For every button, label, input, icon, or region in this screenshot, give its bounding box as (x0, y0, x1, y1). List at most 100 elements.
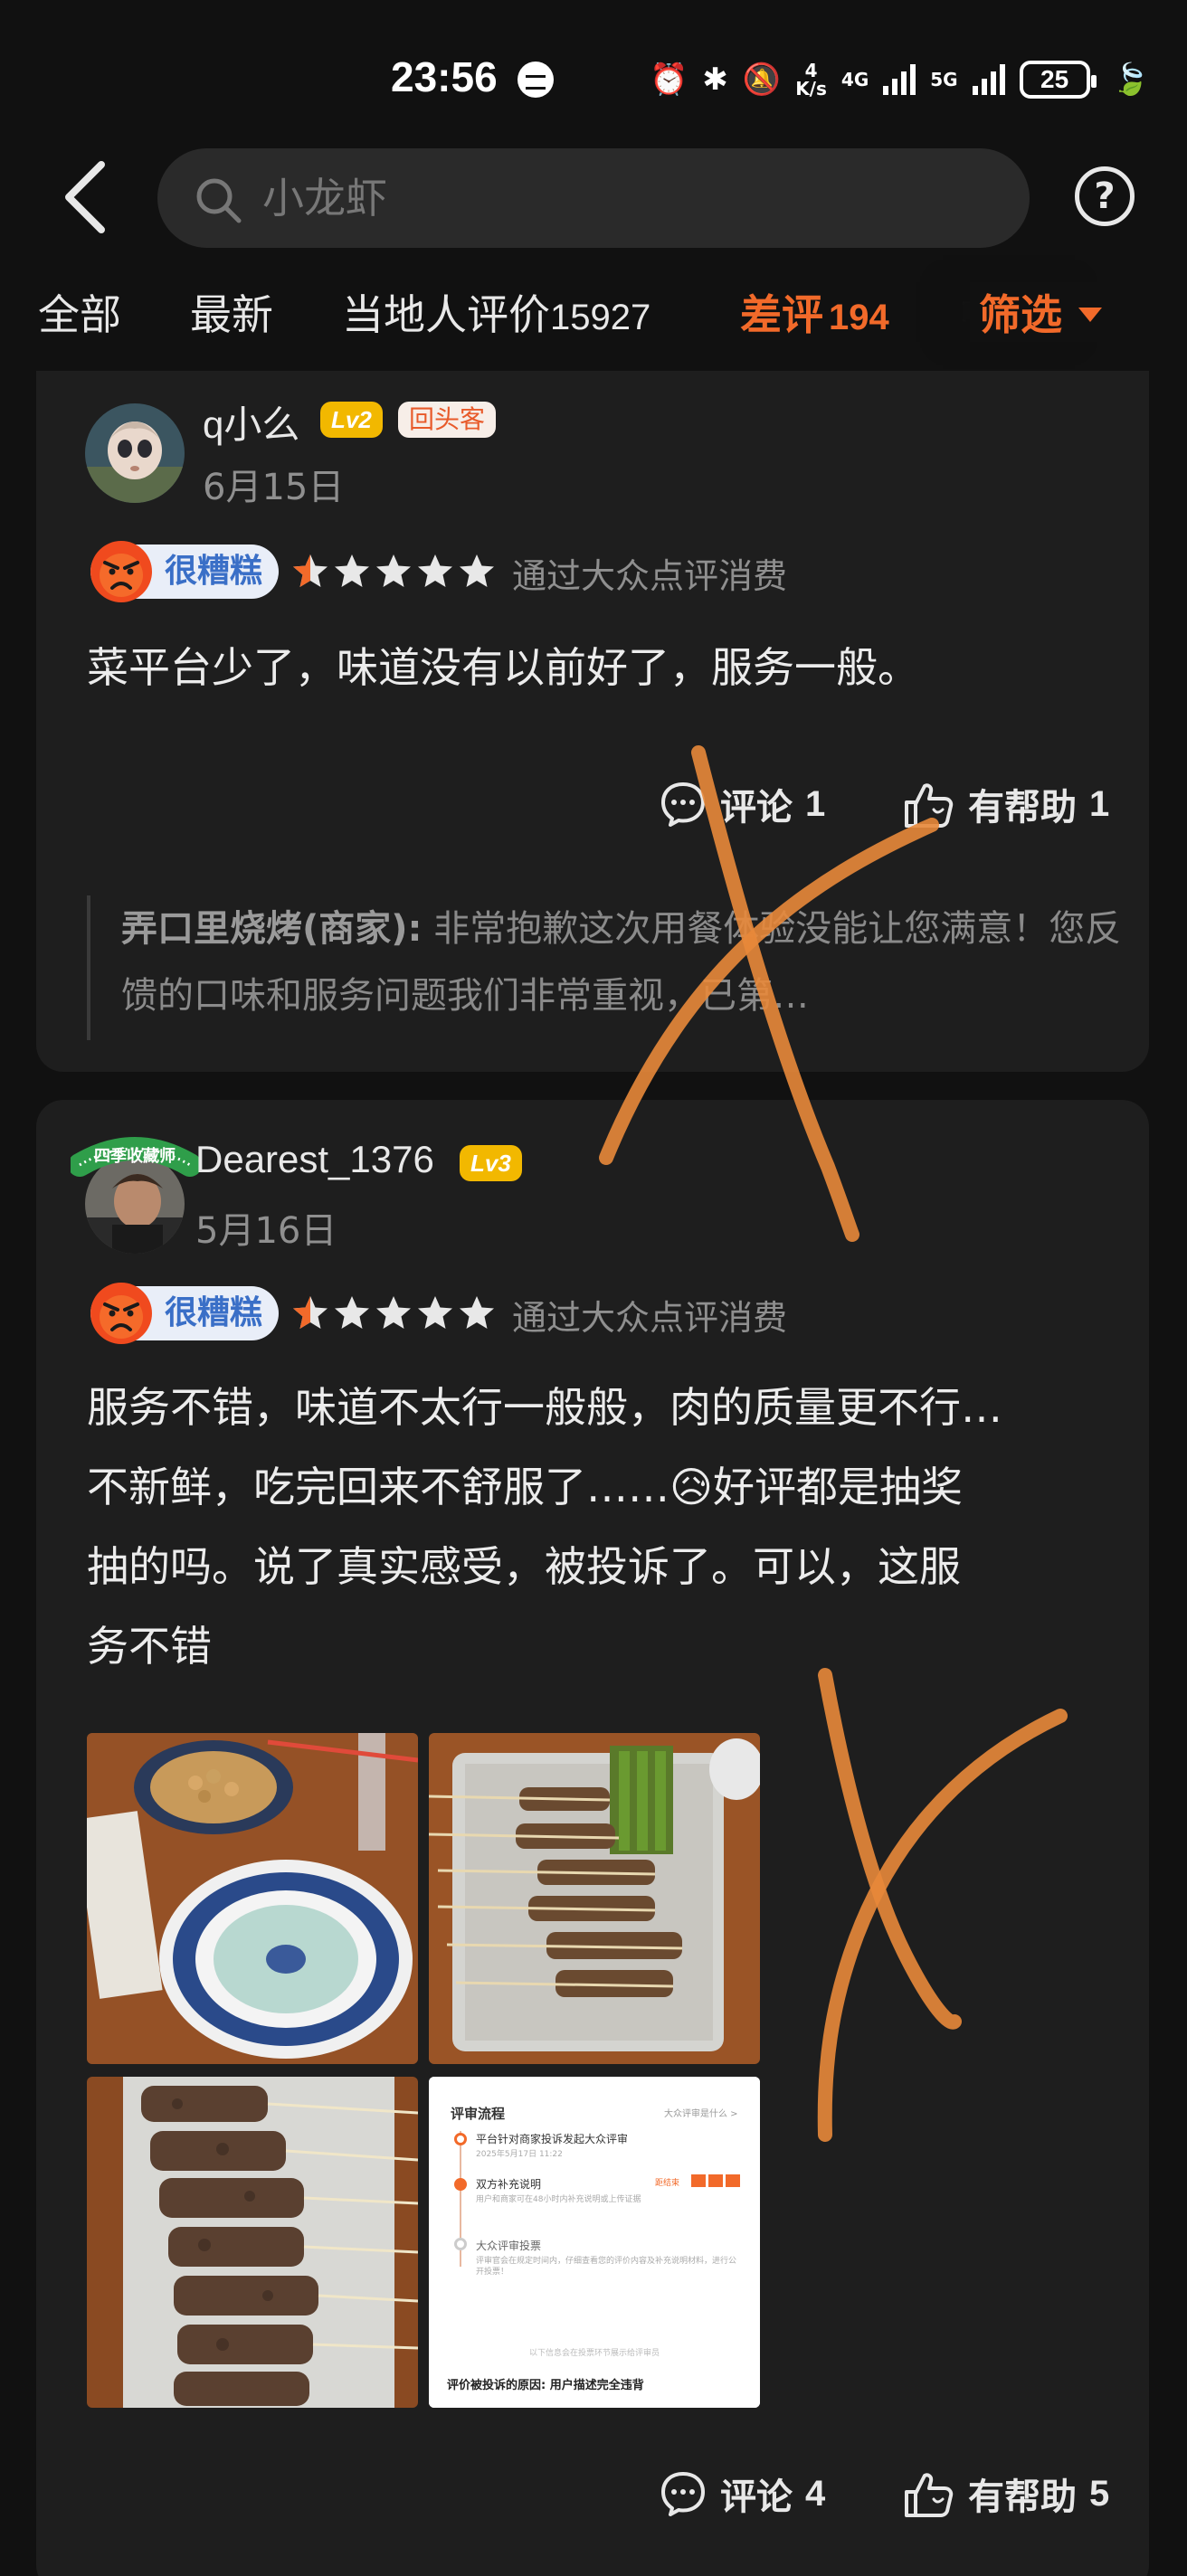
search-input[interactable]: 小龙虾 (262, 148, 387, 248)
star-icon (376, 554, 411, 587)
review-text-line: 服务不错，味道不太行一般般，肉的质量更不行… (87, 1383, 1002, 1432)
tab-latest-label: 最新 (190, 290, 273, 339)
star-icon (335, 554, 369, 587)
collector-badge-label: 四季收藏师 (94, 1146, 176, 1166)
helpful-count: 5 (1089, 2473, 1110, 2514)
review-text: 菜平台少了，味道没有以前好了，服务一般。 (87, 643, 919, 692)
photo-screenshot-review-process: 评审流程 大众评审是什么 > 平台针对商家投诉发起大众评审 2025年5月17日… (429, 2077, 760, 2408)
timeline-dot (454, 2133, 467, 2145)
tab-local[interactable]: 当地人评价15927 (342, 282, 650, 342)
step-sub: 评审官会在规定时间内，仔细查看您的评价内容及补充说明材料，进行公开投票！ (476, 2257, 737, 2277)
review-card[interactable]: q小么 Lv2 回头客 6月15日 很糟糕 通过大众点评消费 菜平台少了，味道没… (36, 371, 1149, 1072)
rating-pill: 很糟糕 (90, 1283, 279, 1344)
helpful-label: 有帮助 (968, 787, 1077, 829)
status-bar: 23:56 ⏰ ✱ 🔕 4 K/s 4G 5G 25 🍃 (0, 0, 1187, 154)
signal-icon (883, 64, 916, 95)
network-label-1: 4G (840, 69, 869, 90)
angry-face-icon (90, 541, 152, 602)
network-label-2: 5G (930, 69, 958, 90)
filter-label: 筛选 (979, 290, 1062, 339)
verified-consumption-label: 通过大众点评消费 (512, 556, 788, 596)
repeat-customer-badge: 回头客 (398, 402, 497, 438)
helpful-label: 有帮助 (968, 2477, 1077, 2518)
merchant-reply[interactable]: 弄口里烧烤(商家): 非常抱歉这次用餐体验没能让您满意！您反馈的口味和服务问题我… (87, 895, 1127, 1040)
signal-icon-2 (972, 64, 1005, 95)
comment-button[interactable]: 评论 4 (659, 2467, 825, 2520)
status-icons: ⏰ ✱ 🔕 4 K/s 4G 5G 25 🍃 (650, 54, 1150, 105)
filter-tabs: 全部 最新 当地人评价15927 差评194 中 筛选 (0, 271, 1187, 358)
comment-count: 4 (805, 2473, 826, 2514)
comment-label: 评论 (720, 2477, 793, 2518)
chevron-left-icon (65, 161, 105, 233)
review-date: 6月15日 (203, 467, 345, 508)
screenshot-footer: 评价被投诉的原因: 用户描述完全违背 (447, 2379, 644, 2392)
star-icon (460, 554, 494, 587)
helpful-button[interactable]: 有帮助 5 (901, 2467, 1109, 2520)
step-label: 大众评审投票 (476, 2240, 542, 2252)
star-icon (376, 1296, 411, 1329)
sound-wave-icon (518, 62, 554, 98)
star-rating (291, 1293, 496, 1333)
timeline-dot (454, 2178, 467, 2191)
screenshot-divider: 以下信息会在投票环节展示给评审员 (528, 2349, 660, 2358)
star-icon (335, 1296, 369, 1329)
review-photo[interactable] (87, 2077, 418, 2408)
username[interactable]: q小么 (203, 394, 299, 450)
username[interactable]: Dearest_1376 (195, 1138, 434, 1181)
star-rating (291, 552, 496, 592)
bluetooth-icon: ✱ (702, 62, 728, 98)
level-badge: Lv3 (460, 1145, 522, 1181)
avatar-image (85, 403, 185, 503)
photo-skewers-tray (429, 1733, 760, 2064)
review-photo[interactable] (87, 1733, 418, 2064)
helpful-count: 1 (1089, 783, 1110, 824)
review-photo[interactable] (429, 1733, 760, 2064)
review-card[interactable]: 四季收藏师 Dearest_1376 Lv3 5月16日 很糟糕 通过大众点评消… (36, 1100, 1149, 2576)
rating-label: 很糟糕 (165, 553, 263, 590)
filter-button[interactable]: 筛选 (970, 282, 1102, 342)
step-label: 双方补充说明 (476, 2178, 542, 2191)
comment-button[interactable]: 评论 1 (659, 778, 825, 830)
tab-negative[interactable]: 差评 194 (740, 282, 889, 342)
tab-local-label: 当地人评价 (342, 290, 550, 339)
star-icon (460, 1296, 494, 1329)
battery-icon: 25 (1019, 61, 1097, 99)
screenshot-link: 大众评审是什么 > (664, 2109, 738, 2119)
search-box[interactable]: 小龙虾 (157, 148, 1030, 248)
tab-local-count: 15927 (550, 298, 651, 337)
merchant-reply-author: 弄口里烧烤(商家): (121, 908, 423, 950)
tab-negative-label: 差评 (740, 290, 823, 339)
help-button[interactable]: ? (1075, 166, 1135, 226)
mute-bell-icon: 🔕 (742, 62, 782, 98)
helpful-button[interactable]: 有帮助 1 (901, 778, 1109, 830)
review-text-line: 抽的吗。说了真实感受，被投诉了。可以，这服 (87, 1542, 961, 1591)
rating-label: 很糟糕 (165, 1294, 263, 1331)
screenshot-title: 评审流程 (451, 2106, 506, 2122)
step-sub: 用户和商家可在48小时内补充说明或上传证据 (476, 2195, 641, 2204)
review-text-line: 不新鲜，吃完回来不舒服了……😥好评都是抽奖 (87, 1463, 963, 1511)
review-text: 服务不错，味道不太行一般般，肉的质量更不行… 不新鲜，吃完回来不舒服了……😥好评… (87, 1368, 1127, 1686)
caret-down-icon (1078, 308, 1102, 322)
tab-all[interactable]: 全部 (38, 282, 121, 342)
comment-count: 1 (805, 783, 826, 824)
avatar[interactable] (85, 403, 185, 503)
review-date: 5月16日 (195, 1210, 337, 1252)
angry-face-icon (90, 1283, 152, 1344)
thumbs-up-icon (905, 783, 954, 828)
star-icon (418, 1296, 452, 1329)
step-label: 平台针对商家投诉发起大众评审 (476, 2133, 629, 2145)
star-icon (418, 554, 452, 587)
step-tag: 距结束 (655, 2179, 680, 2188)
star-icon-half-filled (293, 1296, 328, 1329)
back-button[interactable] (58, 161, 116, 233)
verified-consumption-label: 通过大众点评消费 (512, 1298, 788, 1338)
network-speed-unit: K/s (795, 78, 827, 99)
review-text-line: 务不错 (87, 1622, 212, 1671)
countdown (691, 2174, 740, 2187)
search-icon (196, 178, 242, 223)
comment-icon (661, 782, 705, 827)
tab-latest[interactable]: 最新 (190, 282, 273, 342)
photo-table-plates (87, 1733, 418, 2064)
review-photo[interactable]: 评审流程 大众评审是什么 > 平台针对商家投诉发起大众评审 2025年5月17日… (429, 2077, 760, 2408)
comment-label: 评论 (720, 787, 793, 829)
